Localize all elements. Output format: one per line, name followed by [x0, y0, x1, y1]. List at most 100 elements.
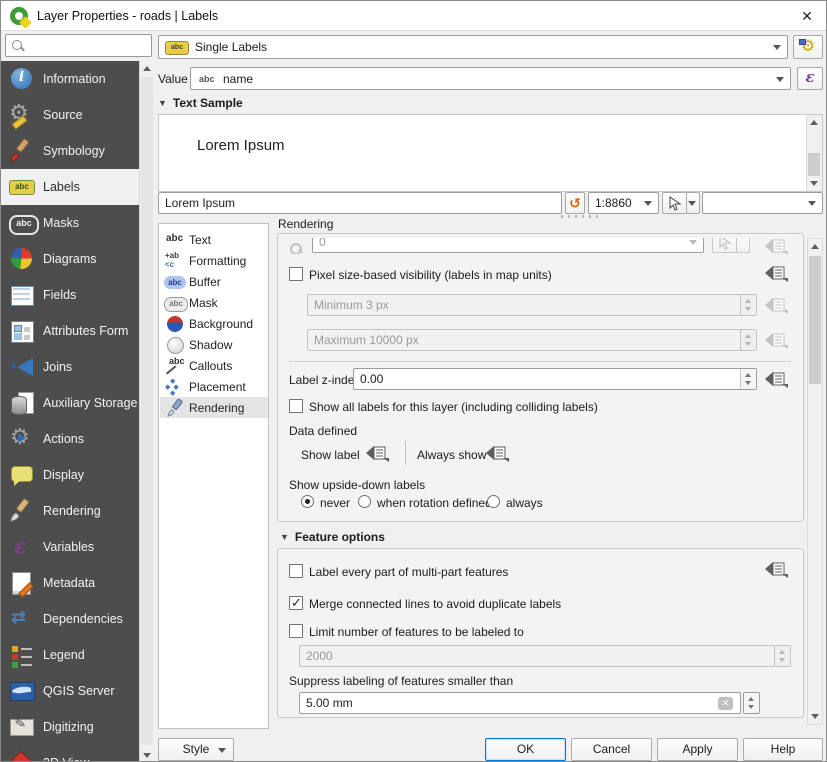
scroll-down-icon[interactable]: [810, 181, 818, 186]
expression-button[interactable]: ε: [797, 67, 823, 90]
tab-callouts[interactable]: Callouts: [160, 355, 268, 376]
sidebar-item-masks[interactable]: Masks: [1, 205, 139, 241]
data-defined-override-icon[interactable]: [764, 560, 789, 578]
max-pixel-spinner[interactable]: Maximum 10000 px: [307, 329, 757, 351]
sidebar-item-qgis-server[interactable]: QGIS Server: [1, 673, 139, 709]
scroll-up-icon[interactable]: [143, 66, 151, 71]
sample-background-combo[interactable]: [702, 192, 823, 214]
suppress-spin[interactable]: [743, 692, 760, 714]
min-pixel-spinner[interactable]: Minimum 3 px: [307, 294, 757, 316]
panel-scrollbar-thumb[interactable]: [809, 256, 821, 384]
sidebar-item-legend[interactable]: Legend: [1, 637, 139, 673]
joins-icon: [9, 354, 35, 380]
tab-mask[interactable]: Mask: [160, 292, 268, 313]
preview-scrollbar[interactable]: [806, 115, 822, 191]
sidebar-item-dependencies[interactable]: Dependencies: [1, 601, 139, 637]
symbology-icon: [9, 138, 35, 164]
data-defined-override-icon[interactable]: [764, 238, 789, 254]
value-field-combo[interactable]: abc name: [190, 67, 791, 90]
sidebar-item-digitizing[interactable]: Digitizing: [1, 709, 139, 745]
panel-scrollbar[interactable]: [807, 238, 823, 725]
data-defined-override-icon[interactable]: [764, 264, 789, 282]
feature-options-header[interactable]: ▼Feature options: [280, 530, 385, 544]
search-input[interactable]: [5, 34, 152, 57]
data-defined-override-icon[interactable]: [485, 444, 510, 462]
clipped-map-button[interactable]: [712, 238, 737, 253]
scroll-up-icon[interactable]: [810, 120, 818, 125]
sidebar-item-actions[interactable]: Actions: [1, 421, 139, 457]
spin-buttons[interactable]: [740, 369, 756, 389]
tab-shadow[interactable]: Shadow: [160, 334, 268, 355]
automated-placement-button[interactable]: ⚙: [793, 35, 823, 59]
cancel-button[interactable]: Cancel: [571, 738, 652, 761]
pixel-visibility-checkbox[interactable]: [289, 267, 303, 281]
apply-button[interactable]: Apply: [657, 738, 738, 761]
suppress-input[interactable]: 5.00 mm ✕: [299, 692, 741, 714]
spin-buttons[interactable]: [774, 646, 790, 666]
show-all-labels-checkbox[interactable]: [289, 399, 303, 413]
radio-never[interactable]: [301, 495, 314, 508]
radio-always-label: always: [506, 496, 543, 510]
spin-buttons[interactable]: [740, 295, 756, 315]
limit-features-checkbox[interactable]: [289, 624, 303, 638]
sidebar-scrollbar-thumb[interactable]: [141, 77, 153, 745]
sidebar-item-metadata[interactable]: Metadata: [1, 565, 139, 601]
scroll-down-icon[interactable]: [143, 753, 151, 758]
sidebar-item-source[interactable]: Source: [1, 97, 139, 133]
sidebar-item-joins[interactable]: Joins: [1, 349, 139, 385]
reset-sample-button[interactable]: ↺: [565, 192, 585, 214]
sample-text-input[interactable]: Lorem Ipsum: [158, 192, 562, 214]
check-icon: ✓: [291, 595, 302, 611]
radio-when-rotation-defined[interactable]: [358, 495, 371, 508]
data-defined-override-icon[interactable]: [764, 331, 789, 349]
clipped-map-dropdown[interactable]: [736, 238, 750, 253]
labeling-mode-combo[interactable]: abc Single Labels: [158, 35, 788, 59]
tab-placement[interactable]: Placement: [160, 376, 268, 397]
style-button[interactable]: Style: [158, 738, 234, 761]
spin-buttons[interactable]: [740, 330, 756, 350]
data-defined-override-icon[interactable]: [764, 370, 789, 388]
data-defined-override-icon[interactable]: [764, 296, 789, 314]
sidebar-item-rendering[interactable]: Rendering: [1, 493, 139, 529]
tab-rendering[interactable]: Rendering: [160, 397, 268, 418]
tab-background[interactable]: Background: [160, 313, 268, 334]
sidebar-item-3d-view[interactable]: 3D View: [1, 745, 139, 762]
sidebar-item-auxiliary-storage[interactable]: Auxiliary Storage: [1, 385, 139, 421]
sidebar-item-display[interactable]: Display: [1, 457, 139, 493]
data-defined-override-icon[interactable]: [365, 444, 390, 462]
sidebar-item-symbology[interactable]: Symbology: [1, 133, 139, 169]
clipped-combo[interactable]: 0: [312, 238, 704, 253]
map-settings-button[interactable]: [662, 192, 687, 214]
help-button[interactable]: Help: [743, 738, 823, 761]
sidebar-item-diagrams[interactable]: Diagrams: [1, 241, 139, 277]
zindex-spinner[interactable]: 0.00: [353, 368, 757, 390]
tab-formatting[interactable]: Formatting: [160, 250, 268, 271]
limit-features-spinner[interactable]: 2000: [299, 645, 791, 667]
sidebar-item-fields[interactable]: Fields: [1, 277, 139, 313]
sample-scale-combo[interactable]: 1:8860: [588, 192, 659, 214]
ok-button[interactable]: OK: [485, 738, 566, 761]
scroll-up-icon[interactable]: [811, 244, 819, 249]
map-settings-dropdown[interactable]: [686, 192, 700, 214]
sidebar-item-attributes-form[interactable]: Attributes Form: [1, 313, 139, 349]
sidebar-scrollbar[interactable]: [139, 61, 153, 762]
scroll-down-icon[interactable]: [811, 714, 819, 719]
attributes-form-icon: [9, 318, 35, 344]
text-sample-header[interactable]: ▼Text Sample: [158, 96, 243, 110]
sidebar-item-labels[interactable]: Labels: [1, 169, 139, 205]
merge-connected-checkbox[interactable]: ✓: [289, 596, 303, 610]
sidebar-item-variables[interactable]: Variables: [1, 529, 139, 565]
sidebar-item-information[interactable]: Information: [1, 61, 139, 97]
close-icon[interactable]: ✕: [792, 4, 822, 28]
splitter-handle[interactable]: [561, 215, 603, 218]
spin-buttons[interactable]: [744, 693, 759, 713]
tab-text[interactable]: Text: [160, 229, 268, 250]
radio-always[interactable]: [487, 495, 500, 508]
label-every-part-checkbox[interactable]: [289, 564, 303, 578]
tab-buffer[interactable]: Buffer: [160, 271, 268, 292]
scale-value: 1:8860: [595, 196, 632, 210]
clear-icon[interactable]: ✕: [718, 697, 733, 710]
buffer-icon: [163, 273, 189, 291]
source-icon: [9, 102, 35, 128]
3d-view-icon: [9, 750, 35, 762]
